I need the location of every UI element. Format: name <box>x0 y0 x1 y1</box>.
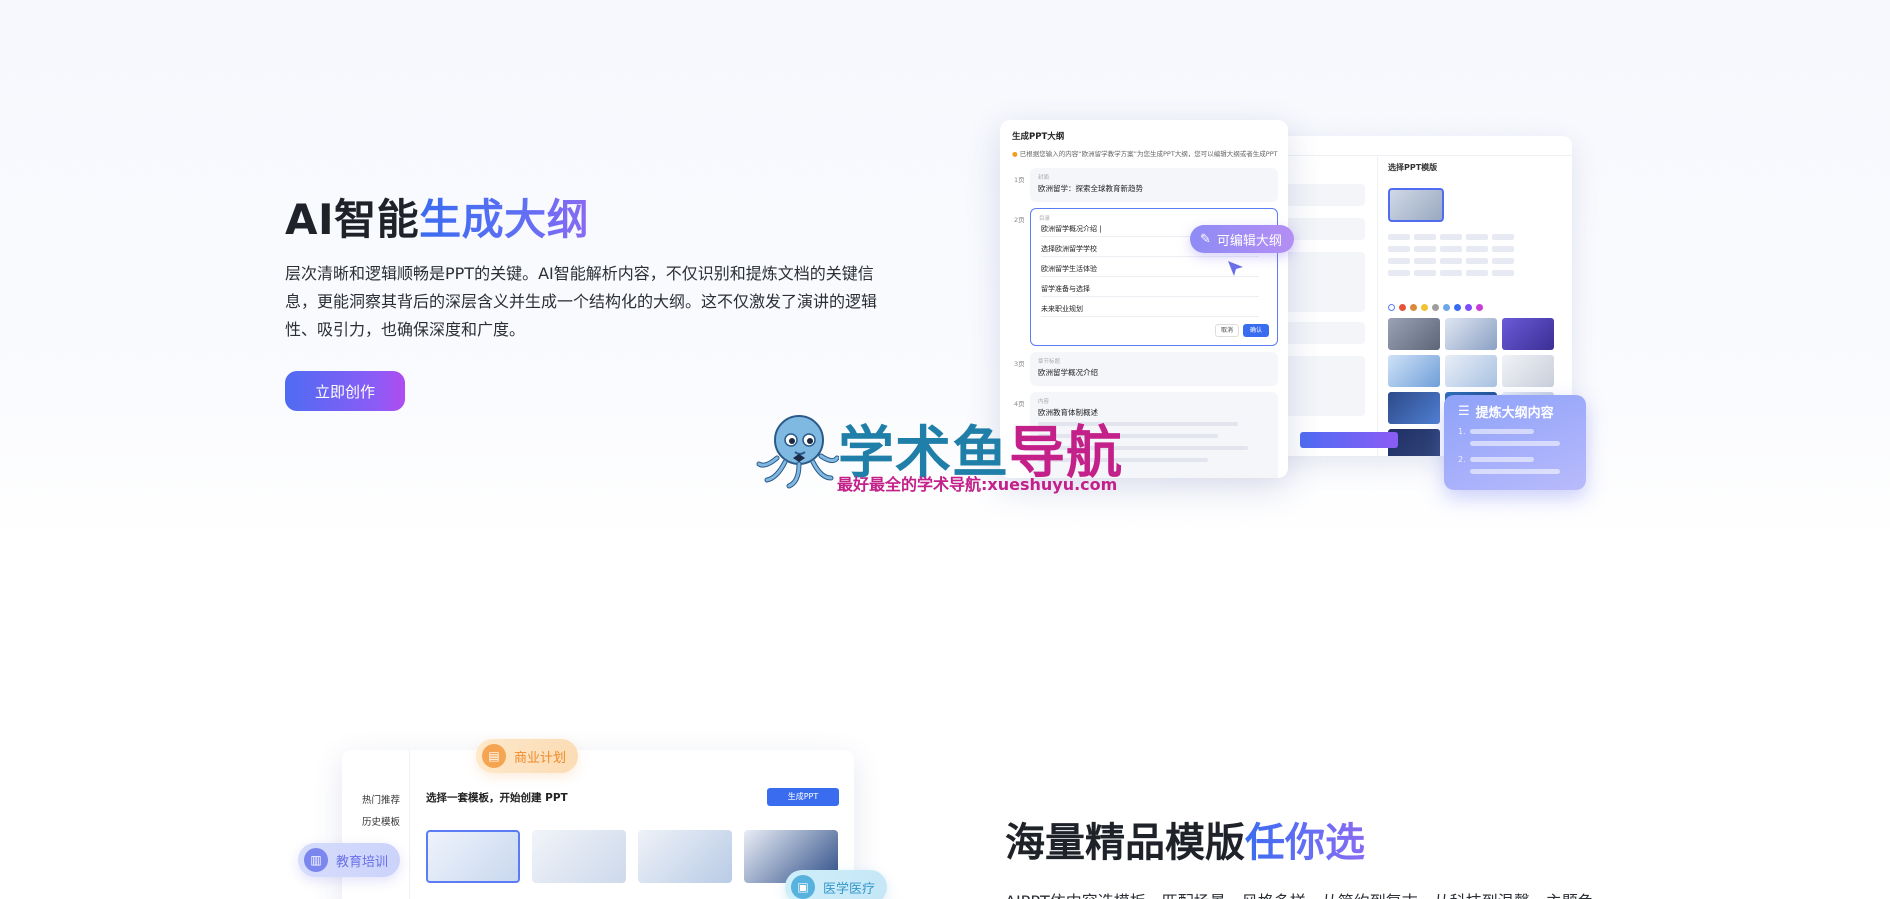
color-swatches[interactable] <box>1388 304 1483 311</box>
extract-outline-card: ☰ 提炼大纲内容 1. 2. <box>1444 395 1586 490</box>
editable-outline-label: 可编辑大纲 <box>1216 233 1282 249</box>
bulb-icon: ● <box>1012 150 1018 158</box>
generate-ppt-button[interactable]: 生成PPT <box>767 788 839 806</box>
template-panel-title: 选择PPT模版 <box>1388 163 1438 172</box>
tag-education: ▥ 教育培训 <box>298 843 401 877</box>
outline-item[interactable]: 章节标题 欧洲留学概况介绍 <box>1030 352 1278 386</box>
edit-line[interactable]: 未来职业规划 <box>1041 301 1259 317</box>
pencil-icon: ✎ <box>1200 231 1211 247</box>
document-icon: ▤ <box>482 744 506 768</box>
outline-index: 1页 <box>1014 176 1025 184</box>
cursor-icon <box>1228 261 1243 276</box>
extract-outline-title: 提炼大纲内容 <box>1475 406 1554 421</box>
template-thumb[interactable] <box>426 830 520 883</box>
color-swatch[interactable] <box>1388 304 1395 311</box>
section-title-highlight: 任你选 <box>1245 820 1365 866</box>
sidebar-item-history[interactable]: 历史模板 <box>362 814 400 828</box>
outline-card-title: 生成PPT大纲 <box>1012 132 1065 142</box>
extract-num: 2. <box>1458 455 1466 464</box>
generate-ppt-button[interactable] <box>1300 432 1398 448</box>
outline-index: 4页 <box>1014 400 1025 408</box>
outline-item-type: 章节标题 <box>1038 359 1061 365</box>
template-heading: 选择一套模板，开始创建 PPT <box>426 792 568 804</box>
color-swatch[interactable] <box>1443 304 1450 311</box>
tag-label: 教育培训 <box>336 854 389 870</box>
outline-item-text: 欧洲留学：探索全球教育新趋势 <box>1038 184 1143 193</box>
outline-index: 2页 <box>1014 216 1025 224</box>
outline-item-type: 内容 <box>1038 399 1050 405</box>
outline-note: ● 已根据您输入的内容“欧洲留学教学方案”为您生成PPT大纲，您可以编辑大纲或者… <box>1012 150 1278 158</box>
tag-label: 商业计划 <box>514 750 567 766</box>
section-title: 海量精品模版任你选 <box>1005 820 1365 866</box>
color-swatch[interactable] <box>1454 304 1461 311</box>
template-thumb[interactable] <box>638 830 732 883</box>
editable-outline-badge: ✎ 可编辑大纲 <box>1190 225 1294 253</box>
section-description: 层次清晰和逻辑顺畅是PPT的关键。AI智能解析内容，不仅识别和提炼文档的关键信息… <box>285 264 878 339</box>
list-icon: ☰ <box>1458 404 1470 419</box>
watermark-subtitle: 最好最全的学术导航:xueshuyu.com <box>837 475 1118 494</box>
section-title: AI智能生成大纲 <box>285 195 590 244</box>
section-title-highlight: 生成大纲 <box>419 195 590 244</box>
outline-index: 3页 <box>1014 360 1025 368</box>
color-swatch[interactable] <box>1421 304 1428 311</box>
color-swatch[interactable] <box>1432 304 1439 311</box>
medical-icon: ▣ <box>791 875 815 899</box>
color-swatch[interactable] <box>1410 304 1417 311</box>
color-swatch[interactable] <box>1476 304 1483 311</box>
book-icon: ▥ <box>304 848 328 872</box>
tag-label: 医学医疗 <box>823 881 876 897</box>
extract-num: 1. <box>1458 427 1466 436</box>
cancel-button[interactable]: 取消 <box>1215 324 1239 337</box>
color-swatch[interactable] <box>1465 304 1472 311</box>
selected-template-thumb[interactable] <box>1388 188 1444 222</box>
outline-item-text: 欧洲留学概况介绍 <box>1038 368 1098 377</box>
template-thumb[interactable] <box>532 830 626 883</box>
edit-line[interactable]: 留学准备与选择 <box>1041 281 1259 297</box>
outline-item-type: 封面 <box>1038 175 1050 181</box>
outline-item[interactable]: 封面 欧洲留学：探索全球教育新趋势 <box>1030 168 1278 202</box>
color-swatch[interactable] <box>1399 304 1406 311</box>
section-description: AIPPT依内容选模板，匹配场景，风格多样，从简约到复古，从科技到温馨，主题色 <box>1005 888 1594 899</box>
create-now-button[interactable]: 立即创作 <box>285 371 405 411</box>
octopus-logo <box>756 415 839 489</box>
template-gallery-card: 热门推荐 历史模板 选择一套模板，开始创建 PPT 生成PPT <box>342 750 854 899</box>
confirm-button[interactable]: 确认 <box>1243 324 1269 337</box>
tag-business-plan: ▤ 商业计划 <box>476 739 579 773</box>
tag-medical: ▣ 医学医疗 <box>785 870 888 899</box>
sidebar-item-hot[interactable]: 热门推荐 <box>362 792 400 806</box>
